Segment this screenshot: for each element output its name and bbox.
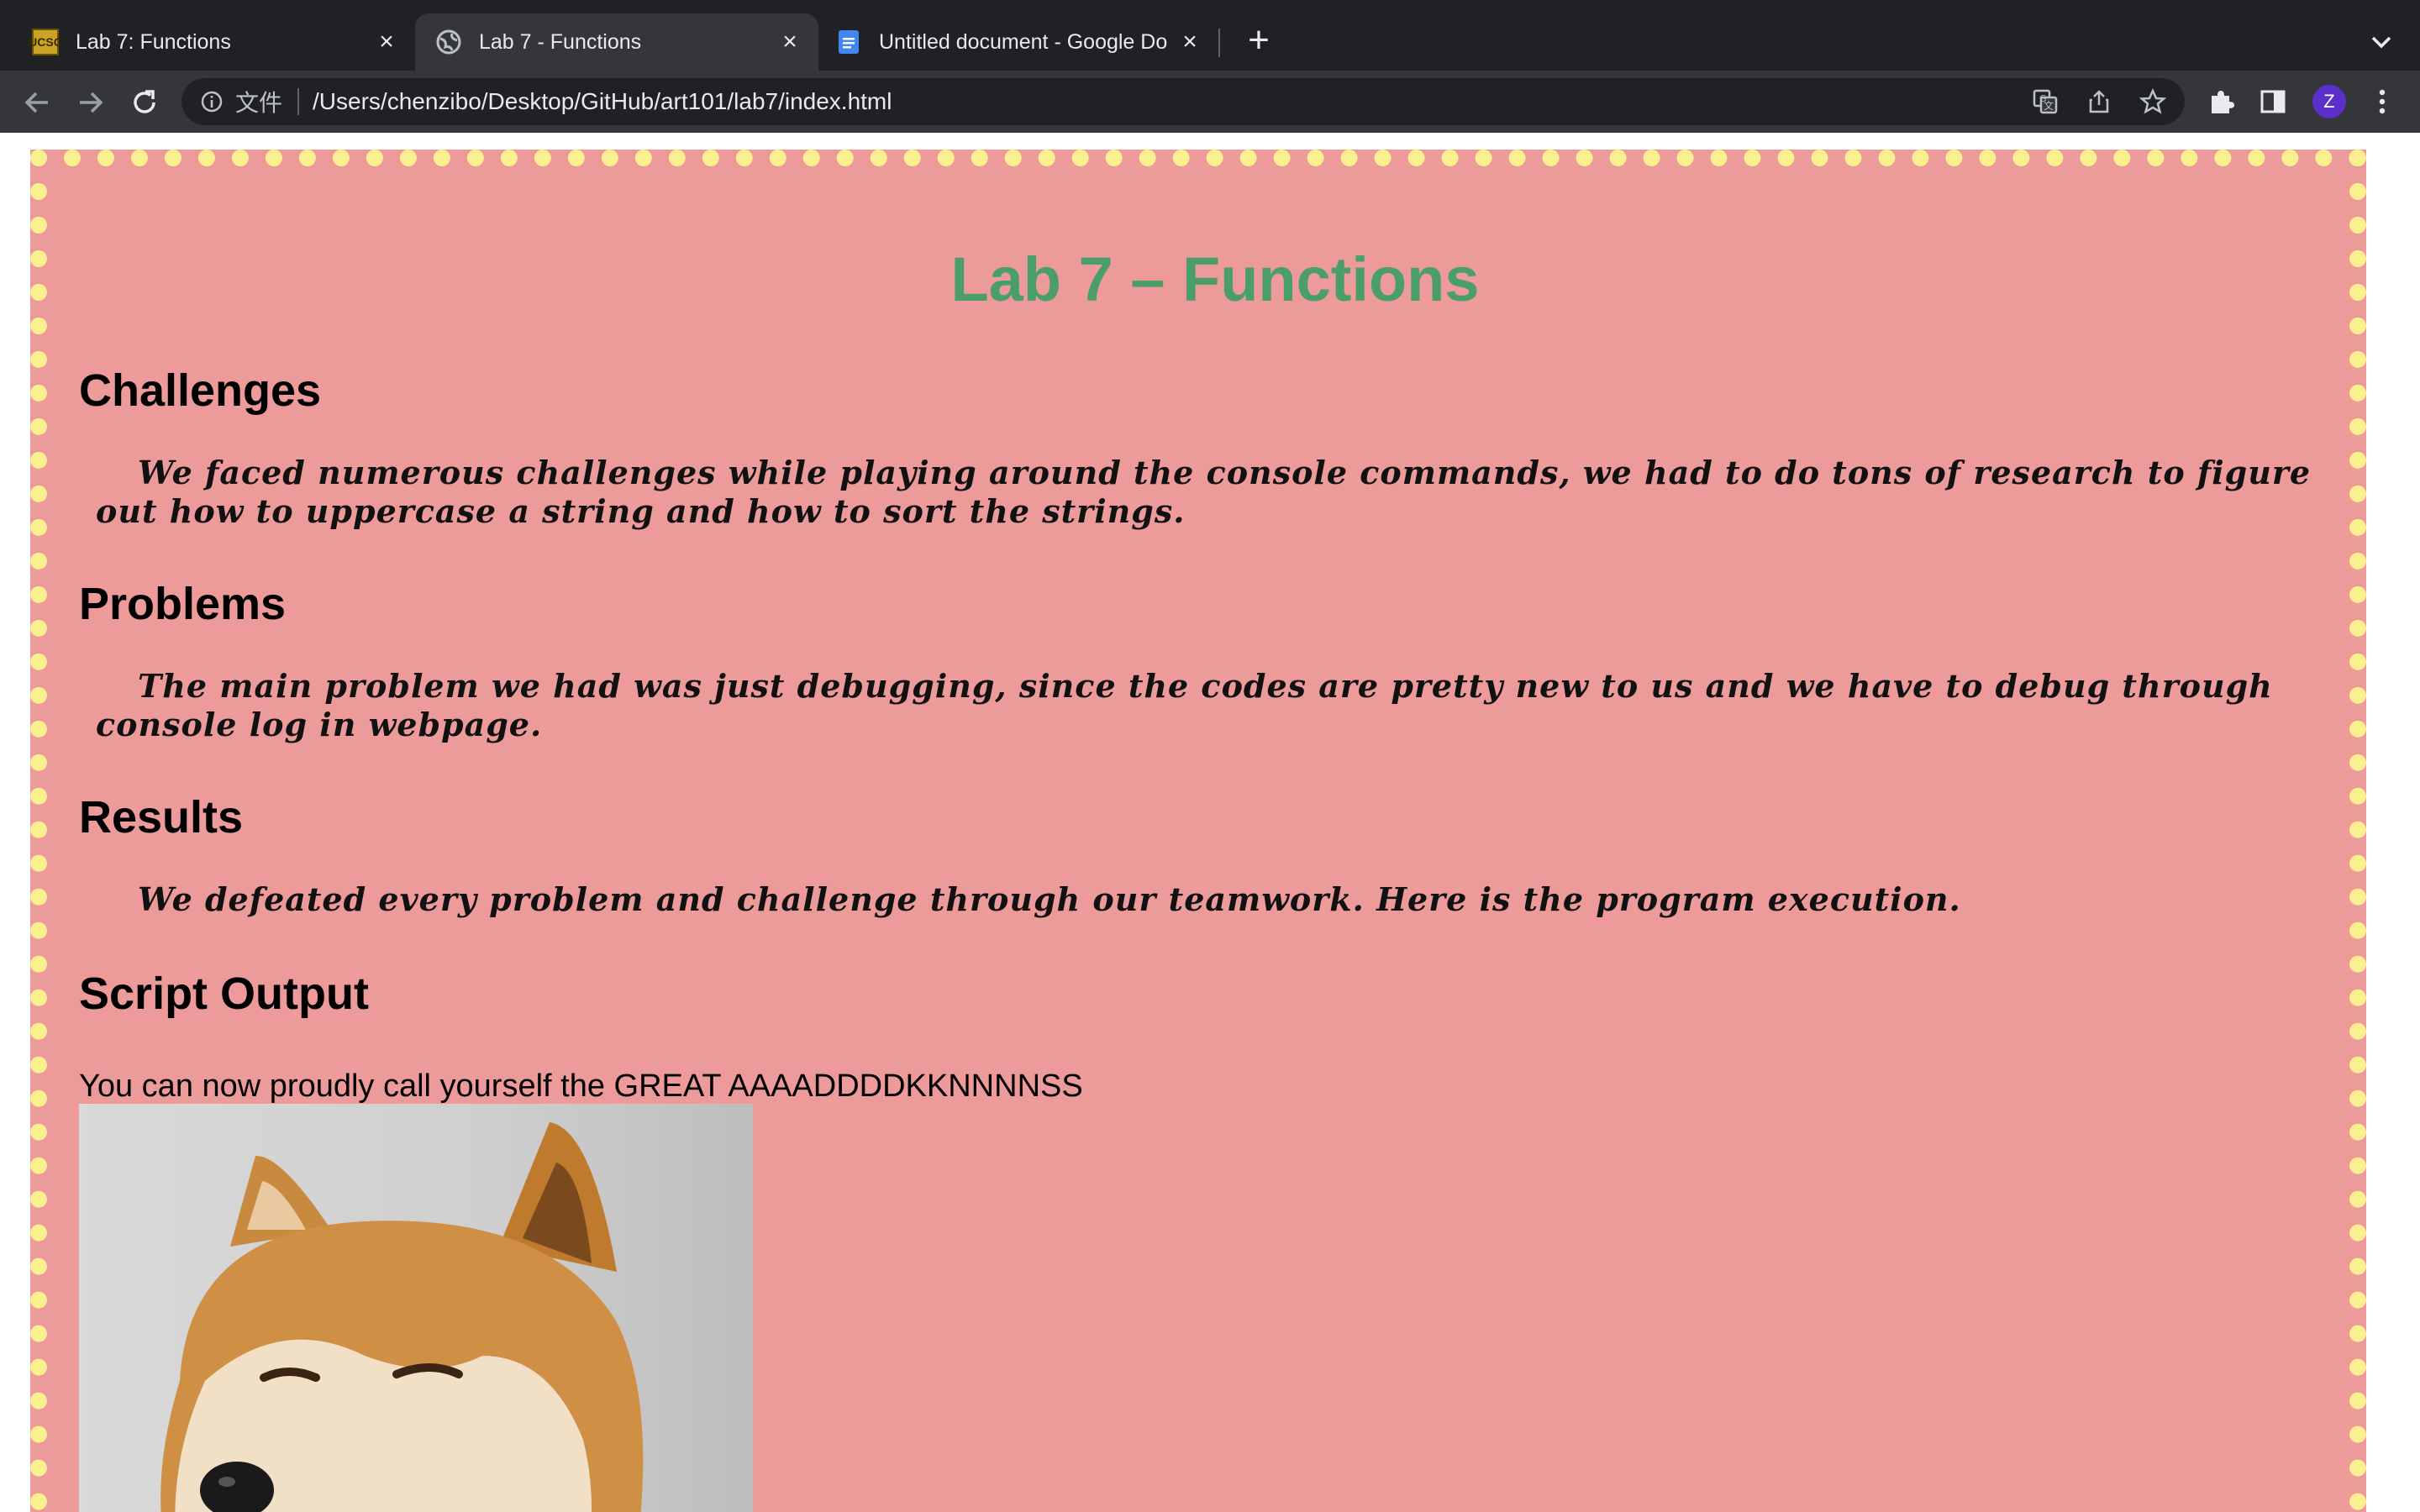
tab-title: Lab 7: Functions	[76, 29, 231, 54]
url-text[interactable]: /Users/chenzibo/Desktop/GitHub/art101/la…	[313, 88, 892, 115]
omnibox-divider	[297, 88, 300, 115]
ucsc-favicon-icon: UCSC	[29, 29, 62, 55]
page-title: Lab 7 – Functions	[950, 244, 1480, 314]
heading-script-output: Script Output	[79, 969, 369, 1019]
tab-strip: UCSC Lab 7: Functions × Lab 7 - Function…	[0, 0, 2420, 71]
bookmark-star-icon[interactable]	[2139, 88, 2166, 115]
results-text: We defeated every problem and challenge …	[138, 880, 1961, 918]
problems-text: The main problem we had was just debuggi…	[96, 667, 2273, 743]
scheme-label: 文件	[235, 90, 283, 116]
heading-challenges: Challenges	[79, 365, 322, 416]
address-bar[interactable]: 文件 /Users/chenzibo/Desktop/GitHub/art101…	[182, 78, 2185, 125]
google-docs-icon	[835, 29, 862, 55]
dotted-border-container: Lab 7 – Functions Challenges We faced nu…	[30, 150, 2366, 1512]
forward-arrow-icon[interactable]	[74, 86, 108, 119]
close-tab-icon[interactable]: ×	[370, 28, 403, 56]
tab-lab7-functions-active[interactable]: Lab 7 - Functions ×	[415, 13, 818, 71]
tab-title: Untitled document - Google Do	[879, 29, 1168, 54]
extensions-puzzle-icon[interactable]	[2205, 86, 2237, 118]
tab-title: Lab 7 - Functions	[479, 29, 642, 54]
close-tab-icon[interactable]: ×	[773, 28, 807, 56]
info-icon[interactable]	[200, 90, 224, 113]
heading-problems: Problems	[79, 579, 287, 629]
profile-avatar[interactable]: Z	[2312, 85, 2346, 118]
script-output-text: You can now proudly call yourself the GR…	[79, 1068, 1083, 1104]
tab-search-chevron-down-icon[interactable]	[2365, 25, 2398, 59]
share-icon[interactable]	[2086, 88, 2112, 115]
tab-separator	[1218, 29, 1220, 57]
globe-icon	[435, 29, 462, 55]
browser-toolbar: 文件 /Users/chenzibo/Desktop/GitHub/art101…	[0, 71, 2420, 133]
reload-icon[interactable]	[128, 86, 161, 119]
translate-icon[interactable]: 文G	[2032, 88, 2059, 115]
close-tab-icon[interactable]: ×	[1173, 28, 1207, 56]
back-arrow-icon[interactable]	[20, 86, 54, 119]
more-menu-icon[interactable]	[2366, 86, 2398, 118]
new-tab-icon[interactable]: +	[1240, 22, 1277, 59]
tab-lab7-functions[interactable]: UCSC Lab 7: Functions ×	[0, 13, 415, 71]
side-panel-icon[interactable]	[2257, 86, 2289, 118]
challenges-text: We faced numerous challenges while playi…	[96, 454, 2312, 530]
doge-image	[79, 1104, 753, 1512]
heading-results: Results	[79, 792, 244, 843]
svg-text:G: G	[2039, 93, 2047, 104]
tab-google-doc[interactable]: Untitled document - Google Do ×	[818, 13, 1218, 71]
web-page: Lab 7 – Functions Challenges We faced nu…	[0, 133, 2420, 1512]
